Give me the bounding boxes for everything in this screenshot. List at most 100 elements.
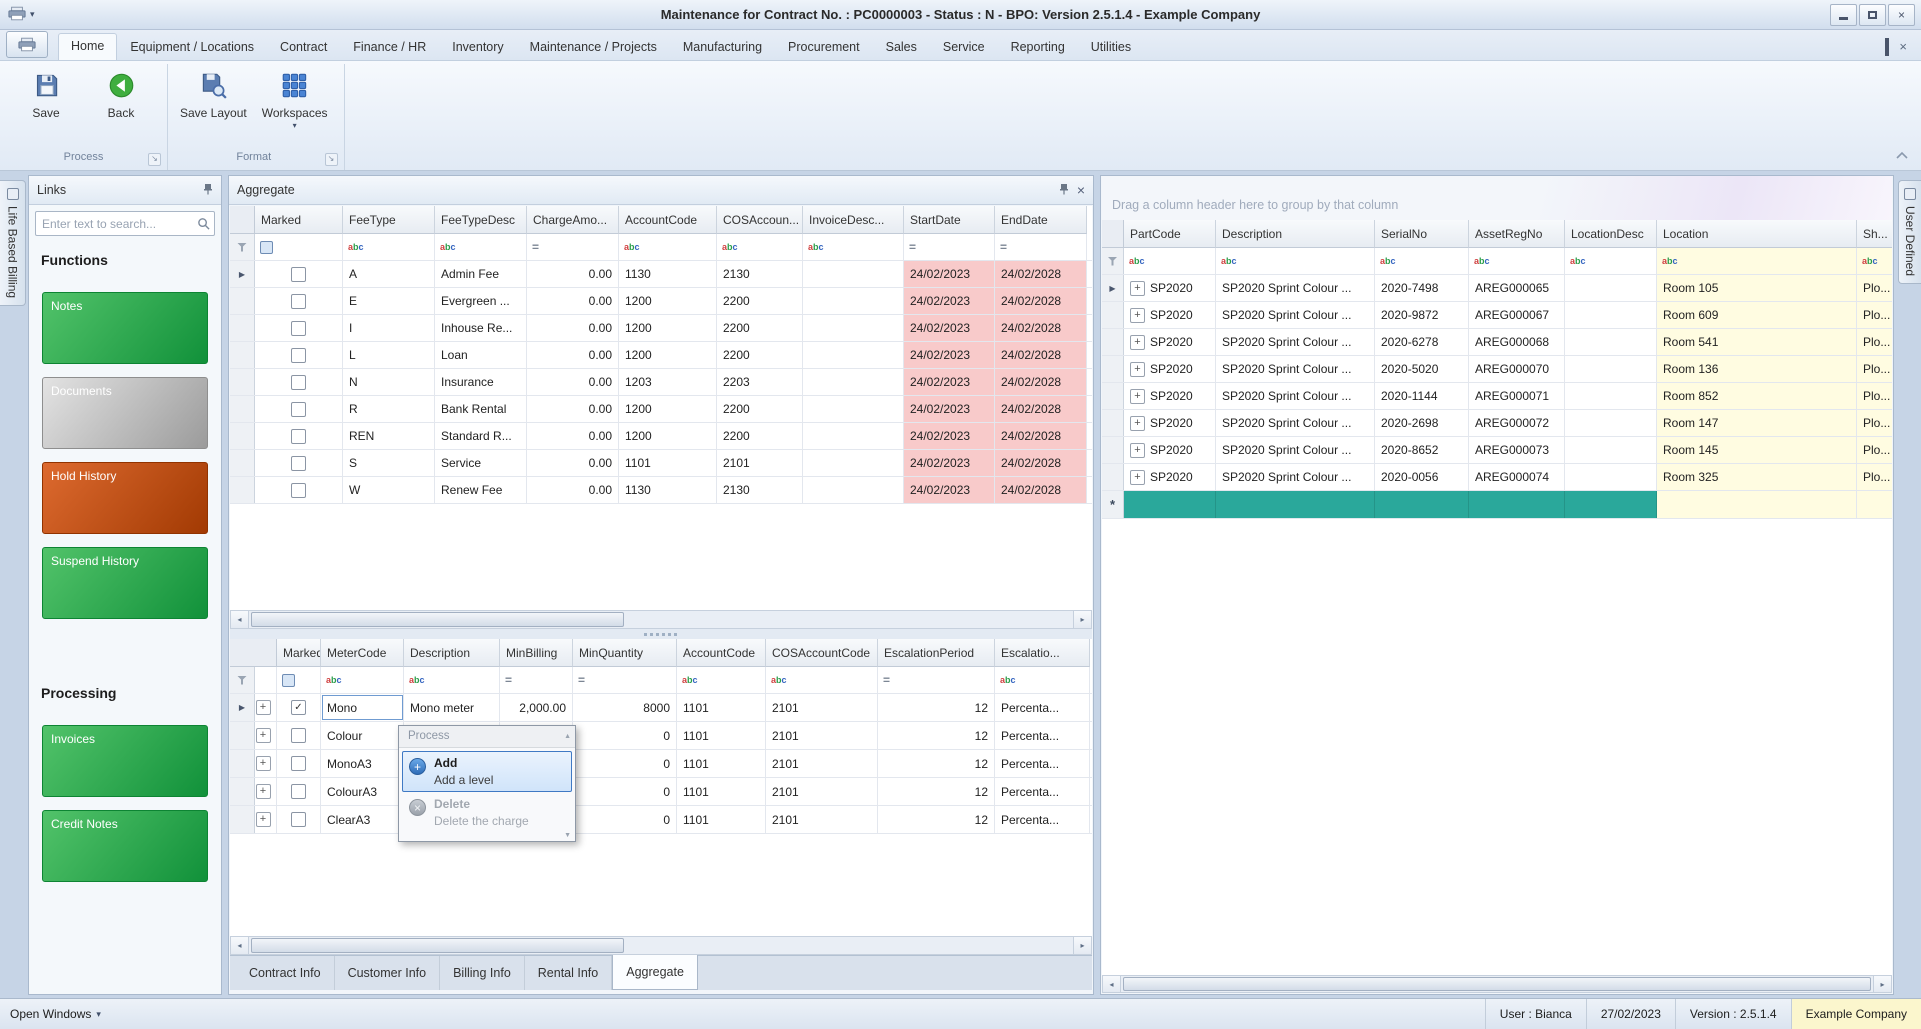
cell-chargeamo[interactable]: 0.00 <box>527 477 619 503</box>
cell-invoicedesc[interactable] <box>803 450 904 476</box>
cell-invoicedesc[interactable] <box>803 288 904 314</box>
expand-cell[interactable]: + <box>255 722 277 749</box>
autohide-tab-life-based-billing[interactable]: Life Based Billing <box>0 180 26 307</box>
mdi-close-button[interactable]: × <box>1899 39 1907 54</box>
filter-cell-minbilling[interactable]: = <box>500 667 573 693</box>
menu-item-add[interactable]: + Add Add a level <box>402 751 572 792</box>
column-header-accountcode[interactable]: AccountCode <box>677 639 766 667</box>
cell-accountcode[interactable]: 1101 <box>677 806 766 833</box>
column-header-marked[interactable]: Marked <box>255 206 343 234</box>
maximize-button[interactable] <box>1859 3 1886 26</box>
cell-startdate[interactable]: 24/02/2023 <box>904 342 995 368</box>
cell-escalatio[interactable]: Percenta... <box>995 722 1090 749</box>
ribbon-tab-equipment-locations[interactable]: Equipment / Locations <box>117 34 267 60</box>
filter-cell-feetypedesc[interactable]: abc <box>435 234 527 260</box>
cell-serialno[interactable]: 2020-5020 <box>1375 356 1469 382</box>
filter-cell-cosaccountcode[interactable]: abc <box>766 667 878 693</box>
cell-escalatio[interactable]: Percenta... <box>995 750 1090 777</box>
checkbox-unchecked-icon[interactable] <box>291 320 306 336</box>
expand-icon[interactable]: + <box>255 700 271 715</box>
cell-serialno[interactable]: 2020-7498 <box>1375 275 1469 301</box>
scrollbar-thumb[interactable] <box>1123 977 1871 991</box>
cell-marked[interactable] <box>255 423 343 449</box>
filter-cell-minquantity[interactable]: = <box>573 667 677 693</box>
cell-startdate[interactable]: 24/02/2023 <box>904 288 995 314</box>
expand-cell[interactable]: + <box>255 694 277 721</box>
column-header-location[interactable]: Location <box>1657 220 1857 248</box>
filter-cell-cosaccoun[interactable]: abc <box>717 234 803 260</box>
scrollbar-thumb[interactable] <box>251 612 624 627</box>
cell-metercode[interactable]: ColourA3 <box>321 778 404 805</box>
cell-enddate[interactable]: 24/02/2028 <box>995 396 1087 422</box>
cell-locationdesc[interactable] <box>1565 329 1657 355</box>
cell-locationdesc[interactable] <box>1565 302 1657 328</box>
cell-serialno[interactable]: 2020-0056 <box>1375 464 1469 490</box>
search-icon[interactable] <box>197 217 210 233</box>
link-button-invoices[interactable]: Invoices <box>42 725 208 797</box>
checkbox-unchecked-icon[interactable] <box>291 428 306 444</box>
cell-marked[interactable] <box>255 369 343 395</box>
ribbon-tab-inventory[interactable]: Inventory <box>439 34 516 60</box>
cell-accountcode[interactable]: 1200 <box>619 396 717 422</box>
cell-marked[interactable] <box>255 288 343 314</box>
ribbon-tab-sales[interactable]: Sales <box>873 34 930 60</box>
grid-splitter[interactable] <box>230 629 1092 639</box>
tab-billing-info[interactable]: Billing Info <box>440 956 525 990</box>
cell-locationdesc[interactable] <box>1565 464 1657 490</box>
link-button-hold-history[interactable]: Hold History <box>42 462 208 534</box>
cell-partcode[interactable]: + SP2020 <box>1124 356 1216 382</box>
pin-icon[interactable] <box>1059 183 1069 198</box>
menu-scroll-down-icon[interactable]: ▼ <box>564 832 571 839</box>
cell-accountcode[interactable]: 1101 <box>619 450 717 476</box>
cell-feetype[interactable]: I <box>343 315 435 341</box>
cell-sh[interactable]: Plo... <box>1857 464 1892 490</box>
column-header-minquantity[interactable]: MinQuantity <box>573 639 677 667</box>
ribbon-tab-maintenance-projects[interactable]: Maintenance / Projects <box>517 34 670 60</box>
cell-enddate[interactable]: 24/02/2028 <box>995 261 1087 287</box>
filter-cell-metercode[interactable]: abc <box>321 667 404 693</box>
dialog-launcher-icon[interactable]: ↘ <box>324 153 338 166</box>
cell-accountcode[interactable]: 1200 <box>619 288 717 314</box>
cell-enddate[interactable]: 24/02/2028 <box>995 369 1087 395</box>
tab-contract-info[interactable]: Contract Info <box>236 956 335 990</box>
dialog-launcher-icon[interactable]: ↘ <box>148 153 161 166</box>
column-header-accountcode[interactable]: AccountCode <box>619 206 717 234</box>
cell-accountcode[interactable]: 1101 <box>677 694 766 721</box>
cell-serialno[interactable]: 2020-8652 <box>1375 437 1469 463</box>
cell-startdate[interactable]: 24/02/2023 <box>904 423 995 449</box>
filter-cell-location[interactable]: abc <box>1657 248 1857 274</box>
checkbox-unchecked-icon[interactable] <box>291 293 306 309</box>
new-row-cell[interactable] <box>1657 491 1857 518</box>
cell-feetypedesc[interactable]: Service <box>435 450 527 476</box>
close-icon[interactable]: × <box>1077 183 1085 197</box>
expand-icon[interactable]: + <box>255 756 271 771</box>
minimize-button[interactable] <box>1830 3 1857 26</box>
column-header-assetregno[interactable]: AssetRegNo <box>1469 220 1565 248</box>
checkbox-unchecked-icon[interactable] <box>291 812 306 827</box>
cell-escalatio[interactable]: Percenta... <box>995 806 1090 833</box>
filter-cell-escalationperiod[interactable]: = <box>878 667 995 693</box>
filter-cell-marked[interactable] <box>277 667 321 693</box>
cell-invoicedesc[interactable] <box>803 423 904 449</box>
cell-enddate[interactable]: 24/02/2028 <box>995 450 1087 476</box>
expand-icon[interactable]: + <box>255 784 271 799</box>
filter-cell-accountcode[interactable]: abc <box>619 234 717 260</box>
column-header-marked[interactable]: Marked <box>277 639 321 667</box>
cell-invoicedesc[interactable] <box>803 477 904 503</box>
expand-icon[interactable]: + <box>1130 415 1145 431</box>
tab-rental-info[interactable]: Rental Info <box>525 956 613 990</box>
open-windows-button[interactable]: Open Windows ▾ <box>0 999 111 1029</box>
cell-description[interactable]: SP2020 Sprint Colour ... <box>1216 356 1375 382</box>
cell-sh[interactable]: Plo... <box>1857 437 1892 463</box>
cell-cosaccountcode[interactable]: 2101 <box>766 722 878 749</box>
ribbon-tab-home[interactable]: Home <box>58 33 118 60</box>
cell-description[interactable]: SP2020 Sprint Colour ... <box>1216 410 1375 436</box>
cell-startdate[interactable]: 24/02/2023 <box>904 315 995 341</box>
cell-marked[interactable] <box>277 750 321 777</box>
link-button-notes[interactable]: Notes <box>42 292 208 364</box>
cell-metercode[interactable]: Mono <box>321 694 404 721</box>
back-button[interactable]: Back <box>85 66 157 122</box>
cell-location[interactable]: Room 145 <box>1657 437 1857 463</box>
cell-description[interactable]: SP2020 Sprint Colour ... <box>1216 464 1375 490</box>
close-button[interactable]: × <box>1888 3 1915 26</box>
